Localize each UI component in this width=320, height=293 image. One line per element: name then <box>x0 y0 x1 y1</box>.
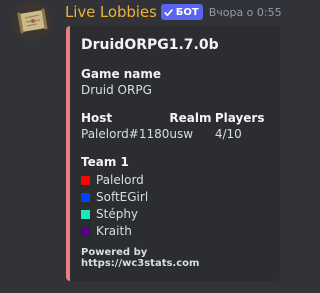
player-color-swatch <box>81 227 90 236</box>
team-member: Stéphy <box>81 206 268 223</box>
game-name-field: Game name Druid ORPG <box>81 66 268 99</box>
team-member: Kraith <box>81 223 268 240</box>
author-username[interactable]: Live Lobbies <box>65 3 157 21</box>
team-member-list: Palelord SoftEGirl Stéphy Kraith <box>81 172 268 240</box>
realm-field: Realm usw <box>169 110 214 143</box>
scroll-map-icon <box>12 1 52 41</box>
realm-value: usw <box>169 127 194 141</box>
team-member: Palelord <box>81 172 268 189</box>
verified-check-icon <box>163 7 174 18</box>
message-timestamp[interactable]: Вчора о 0:55 <box>209 6 282 19</box>
bot-tag: БОТ <box>160 4 203 20</box>
bot-avatar[interactable] <box>12 1 52 41</box>
players-field: Players 4/10 <box>215 110 268 143</box>
embed-footer: Powered by https://wc3stats.com <box>81 247 200 269</box>
team-label: Team 1 <box>81 155 129 169</box>
player-color-swatch <box>81 193 90 202</box>
players-label: Players <box>214 111 265 125</box>
team-field: Team 1 Palelord SoftEGirl Stéphy Kraith <box>81 154 268 240</box>
player-color-swatch <box>81 210 90 219</box>
player-name: SoftEGirl <box>96 190 149 204</box>
realm-label: Realm <box>169 111 212 125</box>
game-name-value: Druid ORPG <box>81 83 152 97</box>
player-name: Palelord <box>96 173 144 187</box>
host-label: Host <box>81 111 113 125</box>
team-member: SoftEGirl <box>81 189 268 206</box>
game-name-label: Game name <box>81 67 162 81</box>
embed-title: DruidORPG1.7.0b <box>81 37 219 53</box>
player-color-swatch <box>81 176 90 185</box>
lobby-info-row: Host Palelord#1180 Realm usw Players 4/1… <box>81 110 268 143</box>
message-header: Live Lobbies БОТ Вчора о 0:55 <box>65 2 282 22</box>
player-name: Stéphy <box>96 207 139 221</box>
host-field: Host Palelord#1180 <box>81 110 169 143</box>
bot-tag-label: БОТ <box>175 6 199 18</box>
host-value: Palelord#1180 <box>81 127 170 141</box>
player-name: Kraith <box>96 224 132 238</box>
players-value: 4/10 <box>214 127 242 141</box>
chat-message: Live Lobbies БОТ Вчора о 0:55 DruidORPG1… <box>0 0 301 293</box>
lobby-embed: DruidORPG1.7.0b Game name Druid ORPG Hos… <box>66 26 280 281</box>
